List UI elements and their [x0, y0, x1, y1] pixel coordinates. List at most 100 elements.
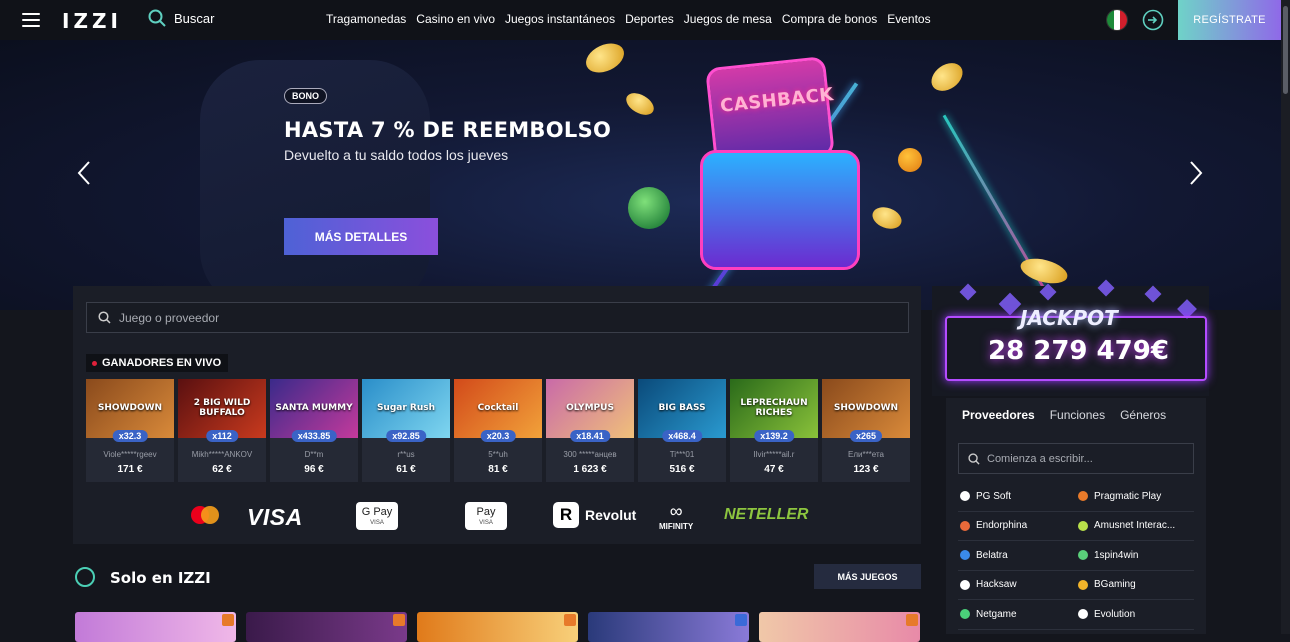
login-icon[interactable] [1142, 9, 1164, 31]
provider-item[interactable]: Endorphina [958, 512, 1076, 541]
provider-name: Amusnet Interac... [1094, 520, 1176, 532]
provider-item[interactable]: 1spin4win [1076, 541, 1194, 570]
gem-icon [1039, 283, 1057, 301]
tab-proveedores[interactable]: Proveedores [962, 408, 1035, 422]
nav-deportes[interactable]: Deportes [625, 12, 674, 26]
treasure-chest-art [700, 150, 860, 270]
nav-tragamonedas[interactable]: Tragamonedas [326, 12, 406, 26]
exclusive-tag-icon [735, 614, 747, 626]
winner-card[interactable]: Sugar Rush x92.85 r**us 61 € [362, 379, 450, 482]
google-pay-sub: VISA [370, 519, 384, 526]
payment-methods: VISA G Pay VISA Pay VISA R Revolut ∞ MIFIN… [73, 498, 921, 534]
win-amount: 516 € [669, 464, 695, 475]
game-title: 2 BIG WILD BUFFALO [193, 397, 251, 418]
revolut-text: Revolut [585, 507, 637, 523]
provider-item[interactable]: PG Soft [958, 482, 1076, 511]
gem-icon [1144, 285, 1162, 303]
provider-item[interactable]: Amusnet Interac... [1076, 512, 1194, 541]
exclusive-tag-icon [564, 614, 576, 626]
provider-logo-icon [960, 550, 970, 561]
search-button[interactable]: Buscar [148, 9, 214, 27]
nav-juegos-instantaneos[interactable]: Juegos instantáneos [505, 12, 615, 26]
jackpot-value: 28 279 479€ [988, 336, 1169, 366]
winner-username: r**us [397, 450, 415, 459]
game-tile[interactable] [759, 612, 920, 642]
live-winners-text: GANADORES EN VIVO [102, 357, 222, 369]
chevron-right-icon[interactable] [1188, 160, 1204, 186]
winner-card[interactable]: SHOWDOWN x32.3 Viole*****rgeev 171 € [86, 379, 174, 482]
mifinity-text: MIFINITY [659, 522, 694, 531]
hero-banner[interactable]: CASHBACK BONO HASTA 7 % DE REEMBOLSO Dev… [0, 40, 1281, 310]
provider-item[interactable]: BGaming [1076, 571, 1194, 600]
chevron-left-icon[interactable] [76, 160, 92, 186]
provider-item[interactable]: Pragmatic Play [1076, 482, 1194, 511]
nav-casino-en-vivo[interactable]: Casino en vivo [416, 12, 495, 26]
provider-name: Belatra [976, 549, 1008, 561]
providers-list: PG Soft Pragmatic Play Endorphina Amusnet I… [958, 482, 1194, 630]
multiplier-badge: x20.3 [480, 430, 516, 442]
game-search-field[interactable] [86, 302, 909, 333]
game-tile[interactable] [246, 612, 407, 642]
scrollbar-thumb[interactable] [1283, 6, 1288, 94]
hero-title: HASTA 7 % DE REEMBOLSO [284, 118, 612, 142]
provider-logo-icon [1078, 609, 1088, 620]
game-title: SHOWDOWN [97, 402, 163, 413]
game-search-input[interactable] [119, 310, 819, 325]
provider-item[interactable]: Evolution [1076, 600, 1194, 629]
provider-name: Pragmatic Play [1094, 490, 1162, 502]
game-title: BIG BASS [658, 402, 706, 413]
revolut-logo: R Revolut [553, 502, 636, 528]
provider-item[interactable]: Belatra [958, 541, 1076, 570]
provider-logo-icon [960, 491, 970, 502]
game-tile[interactable] [75, 612, 236, 642]
nav-juegos-de-mesa[interactable]: Juegos de mesa [684, 12, 772, 26]
provider-search-field[interactable] [958, 443, 1194, 474]
winner-card[interactable]: OLYMPUS x18.41 300 *****анцев 1 623 € [546, 379, 634, 482]
language-flag-icon[interactable] [1106, 9, 1128, 31]
coin-icon [869, 203, 905, 233]
win-amount: 123 € [853, 464, 879, 475]
jackpot-label: JACKPOT [1020, 306, 1118, 330]
nav-eventos[interactable]: Eventos [887, 12, 930, 26]
winner-username: Mikh*****ANKOV [191, 450, 253, 459]
win-amount: 171 € [117, 464, 143, 475]
izzi-badge-icon [75, 567, 95, 587]
tab-generos[interactable]: Géneros [1120, 408, 1166, 422]
menu-icon[interactable] [22, 13, 40, 27]
page-scrollbar[interactable] [1281, 0, 1290, 634]
exclusive-tag-icon [222, 614, 234, 626]
multiplier-badge: x265 [849, 430, 883, 442]
more-details-button[interactable]: MÁS DETALLES [284, 218, 438, 255]
provider-search-input[interactable] [987, 452, 1187, 465]
coin-icon [926, 57, 968, 97]
coin-icon [1017, 254, 1071, 288]
jackpot-widget[interactable]: JACKPOT 28 279 479€ [932, 279, 1209, 396]
winner-card[interactable]: SHOWDOWN x265 Ели***ета 123 € [822, 379, 910, 482]
main-nav: Tragamonedas Casino en vivo Juegos insta… [326, 12, 931, 26]
winner-card[interactable]: Cocktail x20.3 5**uh 81 € [454, 379, 542, 482]
game-title: Cocktail [477, 402, 519, 413]
gem-icon [959, 283, 977, 301]
winner-card[interactable]: LEPRECHAUN RICHES x139.2 Ilvir*****ail.r 47… [730, 379, 818, 482]
provider-name: Netgame [976, 608, 1017, 620]
winner-card[interactable]: SANTA MUMMY x433.85 D**m 96 € [270, 379, 358, 482]
logo[interactable]: IZZI [62, 9, 122, 33]
game-tile[interactable] [588, 612, 749, 642]
more-games-button[interactable]: MÁS JUEGOS [814, 564, 921, 589]
winner-username: D**m [304, 450, 324, 459]
nav-compra-de-bonos[interactable]: Compra de bonos [782, 12, 877, 26]
provider-logo-icon [1078, 550, 1088, 561]
provider-item[interactable]: Hacksaw [958, 571, 1076, 600]
provider-item[interactable]: Netgame [958, 600, 1076, 629]
provider-logo-icon [1078, 579, 1088, 590]
winner-card[interactable]: BIG BASS x468.4 Ti***01 516 € [638, 379, 726, 482]
winner-card[interactable]: 2 BIG WILD BUFFALO x112 Mikh*****ANKOV 62 € [178, 379, 266, 482]
provider-name: PG Soft [976, 490, 1012, 502]
tab-funciones[interactable]: Funciones [1050, 408, 1105, 422]
provider-row: Netgame Evolution [958, 600, 1194, 630]
provider-logo-icon [1078, 491, 1088, 502]
provider-logo-icon [1078, 520, 1088, 531]
top-bar: IZZI Buscar Tragamonedas Casino en vivo … [0, 0, 1290, 40]
register-button[interactable]: REGÍSTRATE [1178, 0, 1281, 40]
game-tile[interactable] [417, 612, 578, 642]
